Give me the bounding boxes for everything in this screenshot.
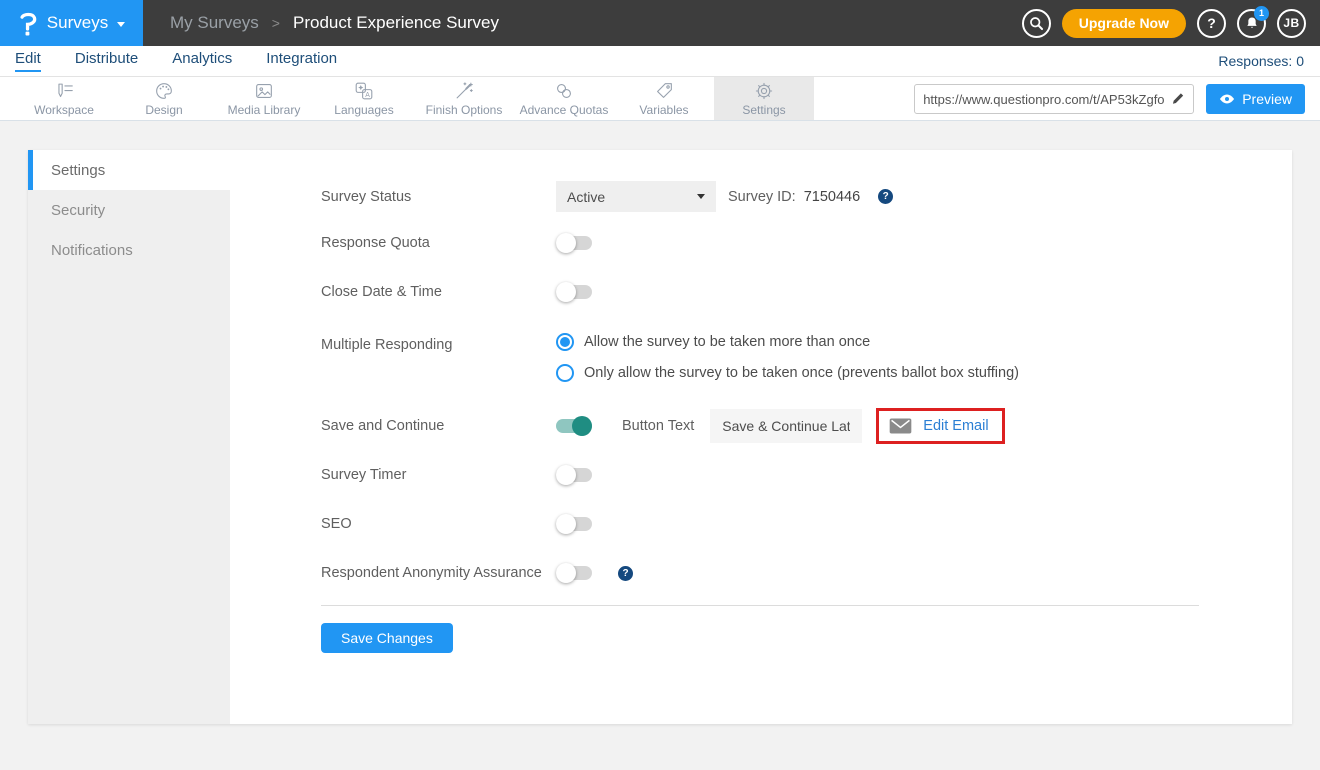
- chevron-down-icon: [697, 194, 705, 199]
- seo-toggle[interactable]: [556, 517, 592, 531]
- product-menu-label: Surveys: [47, 13, 108, 33]
- respondent-anonymity-row: Respondent Anonymity Assurance ?: [321, 565, 1292, 581]
- chevron-down-icon: [117, 22, 125, 27]
- seo-row: SEO: [321, 516, 1292, 532]
- survey-nav: Edit Distribute Analytics Integration Re…: [0, 46, 1320, 77]
- tab-edit[interactable]: Edit: [15, 50, 41, 72]
- radio-allow-once[interactable]: Only allow the survey to be taken once (…: [556, 364, 1019, 382]
- breadcrumb: My Surveys > Product Experience Survey: [170, 13, 499, 33]
- settings-card: Settings Security Notifications Survey S…: [28, 150, 1292, 724]
- tab-analytics[interactable]: Analytics: [172, 50, 232, 72]
- toolbar-tab-advance-quotas[interactable]: Advance Quotas: [514, 77, 614, 120]
- notifications-button[interactable]: 1: [1237, 9, 1266, 38]
- close-date-time-label: Close Date & Time: [321, 284, 556, 300]
- settings-page: Settings Security Notifications Survey S…: [0, 121, 1320, 769]
- survey-title: Product Experience Survey: [293, 13, 499, 33]
- workspace-icon: [53, 80, 75, 102]
- response-quota-label: Response Quota: [321, 235, 556, 251]
- toolbar-tab-variables[interactable]: Variables: [614, 77, 714, 120]
- close-date-time-row: Close Date & Time: [321, 284, 1292, 300]
- sidebar-item-notifications[interactable]: Notifications: [28, 230, 230, 270]
- top-header: Surveys My Surveys > Product Experience …: [0, 0, 1320, 46]
- image-icon: [253, 80, 275, 102]
- breadcrumb-separator: >: [272, 15, 280, 31]
- respondent-anonymity-help-icon[interactable]: ?: [618, 566, 633, 581]
- respondent-anonymity-toggle[interactable]: [556, 566, 592, 580]
- form-divider: [321, 605, 1199, 606]
- survey-status-value: Active: [567, 189, 605, 205]
- envelope-icon: [889, 418, 912, 434]
- toolbar-tab-media-library[interactable]: Media Library: [214, 77, 314, 120]
- close-date-time-toggle[interactable]: [556, 285, 592, 299]
- survey-id-label: Survey ID:: [728, 189, 796, 205]
- survey-id-help-icon[interactable]: ?: [878, 189, 893, 204]
- gear-icon: [753, 80, 775, 102]
- edit-email-link[interactable]: Edit Email: [923, 418, 988, 434]
- save-and-continue-toggle[interactable]: [556, 419, 592, 433]
- radio-button[interactable]: [556, 364, 574, 382]
- multiple-responding-label: Multiple Responding: [321, 337, 556, 353]
- survey-status-label: Survey Status: [321, 189, 556, 205]
- multiple-responding-options: Allow the survey to be taken more than o…: [556, 333, 1019, 382]
- settings-form: Survey Status Active Survey ID: 7150446 …: [230, 150, 1292, 724]
- seo-label: SEO: [321, 516, 556, 532]
- survey-timer-label: Survey Timer: [321, 467, 556, 483]
- survey-timer-row: Survey Timer: [321, 467, 1292, 483]
- translate-icon: A: [353, 80, 375, 102]
- toolbar-tab-workspace[interactable]: Workspace: [14, 77, 114, 120]
- notification-badge: 1: [1254, 6, 1269, 21]
- surveys-product-menu[interactable]: Surveys: [0, 0, 143, 46]
- avatar-initials: JB: [1283, 16, 1299, 30]
- response-quota-toggle[interactable]: [556, 236, 592, 250]
- eye-icon: [1219, 93, 1235, 105]
- tab-integration[interactable]: Integration: [266, 50, 337, 72]
- response-quota-row: Response Quota: [321, 235, 1292, 251]
- multiple-responding-row: Multiple Responding Allow the survey to …: [321, 333, 1292, 382]
- edit-toolbar: Workspace Design Media Library A Languag…: [0, 77, 1320, 121]
- respondent-anonymity-label: Respondent Anonymity Assurance: [321, 565, 556, 581]
- user-avatar[interactable]: JB: [1277, 9, 1306, 38]
- radio-allow-multiple[interactable]: Allow the survey to be taken more than o…: [556, 333, 1019, 351]
- help-button[interactable]: ?: [1197, 9, 1226, 38]
- survey-id-value: 7150446: [804, 189, 860, 205]
- questionpro-logo-icon: [18, 10, 38, 37]
- save-and-continue-row: Save and Continue Button Text Edit Email: [321, 408, 1292, 444]
- toolbar-tab-languages[interactable]: A Languages: [314, 77, 414, 120]
- save-changes-button[interactable]: Save Changes: [321, 623, 453, 653]
- toolbar-tab-design[interactable]: Design: [114, 77, 214, 120]
- upgrade-now-button[interactable]: Upgrade Now: [1062, 9, 1186, 38]
- survey-url-box: [914, 84, 1194, 114]
- settings-sidebar: Settings Security Notifications: [28, 150, 230, 724]
- survey-timer-toggle[interactable]: [556, 468, 592, 482]
- preview-button[interactable]: Preview: [1206, 84, 1305, 114]
- survey-url-input[interactable]: [923, 92, 1171, 107]
- button-text-label: Button Text: [622, 418, 694, 434]
- sidebar-item-settings[interactable]: Settings: [28, 150, 230, 190]
- edit-url-pencil-icon[interactable]: [1171, 92, 1185, 106]
- survey-status-row: Survey Status Active Survey ID: 7150446 …: [321, 181, 1292, 212]
- toolbar-tab-settings[interactable]: Settings: [714, 77, 814, 120]
- search-button[interactable]: [1022, 9, 1051, 38]
- toolbar-tab-finish-options[interactable]: Finish Options: [414, 77, 514, 120]
- responses-count: Responses: 0: [1218, 53, 1304, 69]
- header-actions: Upgrade Now ? 1 JB: [1022, 9, 1306, 38]
- svg-text:A: A: [365, 92, 370, 99]
- chain-links-icon: [553, 80, 575, 102]
- survey-id-group: Survey ID: 7150446 ?: [728, 189, 893, 205]
- sidebar-item-security[interactable]: Security: [28, 190, 230, 230]
- palette-icon: [153, 80, 175, 102]
- question-mark-icon: ?: [1207, 15, 1216, 31]
- tag-icon: [653, 80, 675, 102]
- radio-button[interactable]: [556, 333, 574, 351]
- breadcrumb-my-surveys[interactable]: My Surveys: [170, 13, 259, 33]
- survey-status-select[interactable]: Active: [556, 181, 716, 212]
- search-icon: [1028, 15, 1045, 32]
- save-and-continue-label: Save and Continue: [321, 418, 556, 434]
- edit-email-highlight: Edit Email: [876, 408, 1004, 444]
- magic-wand-icon: [453, 80, 475, 102]
- button-text-input[interactable]: [710, 409, 862, 443]
- tab-distribute[interactable]: Distribute: [75, 50, 138, 72]
